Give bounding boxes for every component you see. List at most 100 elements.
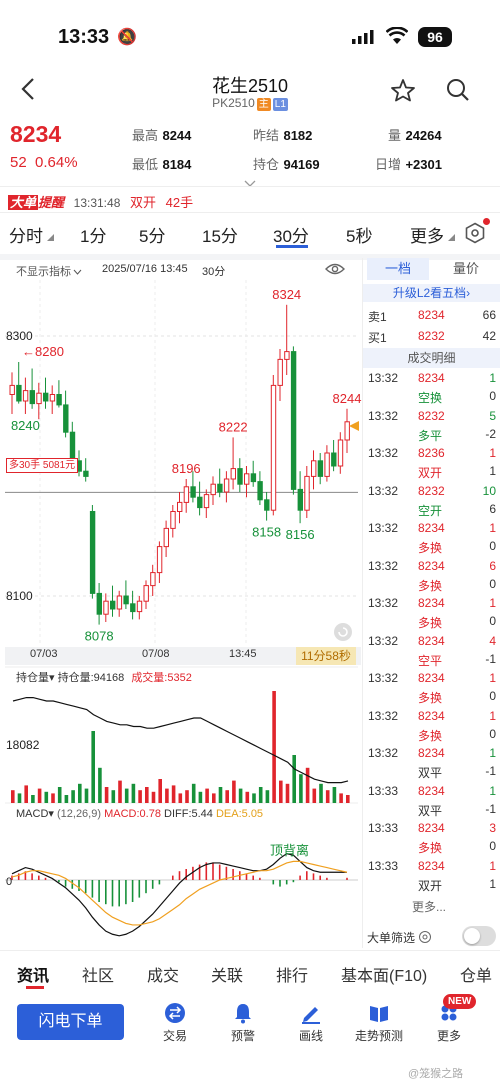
tab-related[interactable]: 关联 xyxy=(211,962,243,986)
filter-toggle[interactable] xyxy=(462,926,496,946)
more-trades-link[interactable]: 更多... xyxy=(412,898,446,915)
trade-volume: 3 xyxy=(489,821,496,835)
eye-icon[interactable] xyxy=(325,262,345,281)
alert-type: 双开 xyxy=(130,195,157,210)
tab-30min[interactable]: 30分 xyxy=(273,222,309,247)
candle xyxy=(123,595,129,605)
candle xyxy=(257,481,263,501)
candle xyxy=(270,384,277,511)
contract-code-text: PK2510 xyxy=(212,96,255,110)
position-line-label[interactable]: 多30手 5081元 xyxy=(6,458,79,473)
candle xyxy=(311,460,317,477)
candle xyxy=(150,572,156,587)
bar-countdown: 11分58秒 xyxy=(296,647,356,665)
trade-volume: 4 xyxy=(489,633,496,648)
volume-bar xyxy=(346,795,350,803)
x-tick-1345: 13:45 xyxy=(229,648,257,660)
trade-oi-change: 0 xyxy=(489,614,496,628)
tab-ranking[interactable]: 排行 xyxy=(276,962,308,986)
candle xyxy=(331,452,337,467)
tab-5sec[interactable]: 5秒 xyxy=(346,222,372,247)
volume-bar xyxy=(238,788,243,803)
search-icon[interactable] xyxy=(446,78,470,107)
trade-oi-change: 0 xyxy=(489,726,496,741)
big-order-filter[interactable]: 大单筛选 xyxy=(367,929,432,946)
tab-fenshi[interactable]: 分时 xyxy=(9,222,55,247)
tab-deals[interactable]: 成交 xyxy=(147,962,179,986)
tab-5min[interactable]: 5分 xyxy=(139,222,165,247)
candle xyxy=(9,384,15,396)
upgrade-l2-link[interactable]: 升级L2看五档› xyxy=(363,284,500,302)
low-label: 最低 xyxy=(132,157,159,172)
draw-line-button[interactable]: 画线 xyxy=(281,1002,341,1044)
tab-15min[interactable]: 15分 xyxy=(202,222,238,247)
trade-oi-change: -1 xyxy=(485,764,496,778)
trade-volume: 1 xyxy=(489,671,496,685)
tab-more[interactable]: 更多 xyxy=(410,222,456,247)
new-badge: NEW xyxy=(443,994,477,1009)
change-value: 52 xyxy=(10,154,27,171)
oi-select[interactable]: 持仓量▾ xyxy=(16,672,55,684)
vol-y-tick: 18082 xyxy=(6,738,40,752)
tab-news[interactable]: 资讯 xyxy=(17,962,49,986)
volume-bar xyxy=(325,790,330,803)
flash-order-button[interactable]: 闪电下单 xyxy=(17,1004,124,1040)
indicator-label: 不显示指标 xyxy=(16,266,71,278)
candle xyxy=(83,470,89,477)
candle xyxy=(317,460,324,477)
contract-code: PK2510 主 L1 xyxy=(0,96,500,111)
volume-bar xyxy=(11,790,15,803)
macd-select[interactable]: MACD▾ xyxy=(16,808,54,820)
ask-volume: 66 xyxy=(482,308,496,322)
trade-time: 13:32 xyxy=(368,671,399,685)
oi-legend[interactable]: 持仓量▾ 持仓量:94168 成交量:5352 xyxy=(16,669,192,685)
tab-community[interactable]: 社区 xyxy=(82,962,114,986)
settings-hex-icon[interactable] xyxy=(464,222,486,249)
volume-bar xyxy=(151,791,156,803)
candle xyxy=(56,394,62,406)
tab-level1[interactable]: 一档 xyxy=(367,258,429,280)
bid-price: 8232 xyxy=(418,329,445,343)
volume-bar xyxy=(225,790,229,803)
volume-bar xyxy=(232,780,236,803)
tab-volume-price[interactable]: 量价 xyxy=(440,258,492,280)
volume-bar xyxy=(138,790,142,803)
divider xyxy=(0,950,500,951)
trade-oi-change: 0 xyxy=(489,389,496,403)
reset-chart-icon[interactable] xyxy=(333,622,353,647)
trade-oi-change: 1 xyxy=(489,876,496,891)
tab-fundamentals[interactable]: 基本面(F10) xyxy=(341,962,427,986)
dea-value: DEA:5.05 xyxy=(215,808,264,820)
tab-1min[interactable]: 1分 xyxy=(80,222,106,247)
volume-bar xyxy=(124,788,129,803)
alert-label: 预警 xyxy=(230,1029,255,1043)
trade-type: 双开 xyxy=(418,878,443,893)
indicator-select[interactable]: 不显示指标 xyxy=(16,263,82,279)
divider xyxy=(0,212,500,213)
trade-time: 13:32 xyxy=(368,483,399,498)
filter-label: 大单筛选 xyxy=(367,931,416,945)
volume-bar xyxy=(57,787,62,803)
trade-type: 多换 xyxy=(418,691,443,705)
trade-oi-change: 6 xyxy=(489,501,496,516)
tab-warehouse-receipt[interactable]: 仓单 xyxy=(460,962,500,986)
macd-value: MACD:0.78 xyxy=(104,808,161,820)
expand-chevron-icon[interactable] xyxy=(244,175,256,193)
trade-oi-change: -1 xyxy=(485,801,496,816)
volume-bar xyxy=(292,755,296,803)
trade-oi-change: 0 xyxy=(489,689,496,703)
mute-bell-icon: 🔕 xyxy=(117,29,137,46)
trade-button[interactable]: 交易 xyxy=(145,1002,205,1044)
daily-add-label: 日增 xyxy=(375,157,402,172)
low-value: 8184 xyxy=(162,157,192,172)
big-order-alert[interactable]: 大单 提醒 13:31:48 双开 42手 xyxy=(8,192,193,211)
candle xyxy=(22,390,29,402)
daily-add-stat: 日增 +2301 xyxy=(375,154,442,174)
alert-button[interactable]: 预警 xyxy=(213,1002,273,1044)
trade-volume: 1 xyxy=(489,708,496,723)
trend-forecast-button[interactable]: 走势预测 xyxy=(349,1002,409,1044)
trade-icon xyxy=(165,1003,185,1023)
macd-legend[interactable]: MACD▾ (12,26,9) MACD:0.78 DIFF:5.44 DEA:… xyxy=(16,807,263,820)
star-icon[interactable] xyxy=(390,78,416,107)
high-stat: 最高 8244 xyxy=(132,125,191,145)
